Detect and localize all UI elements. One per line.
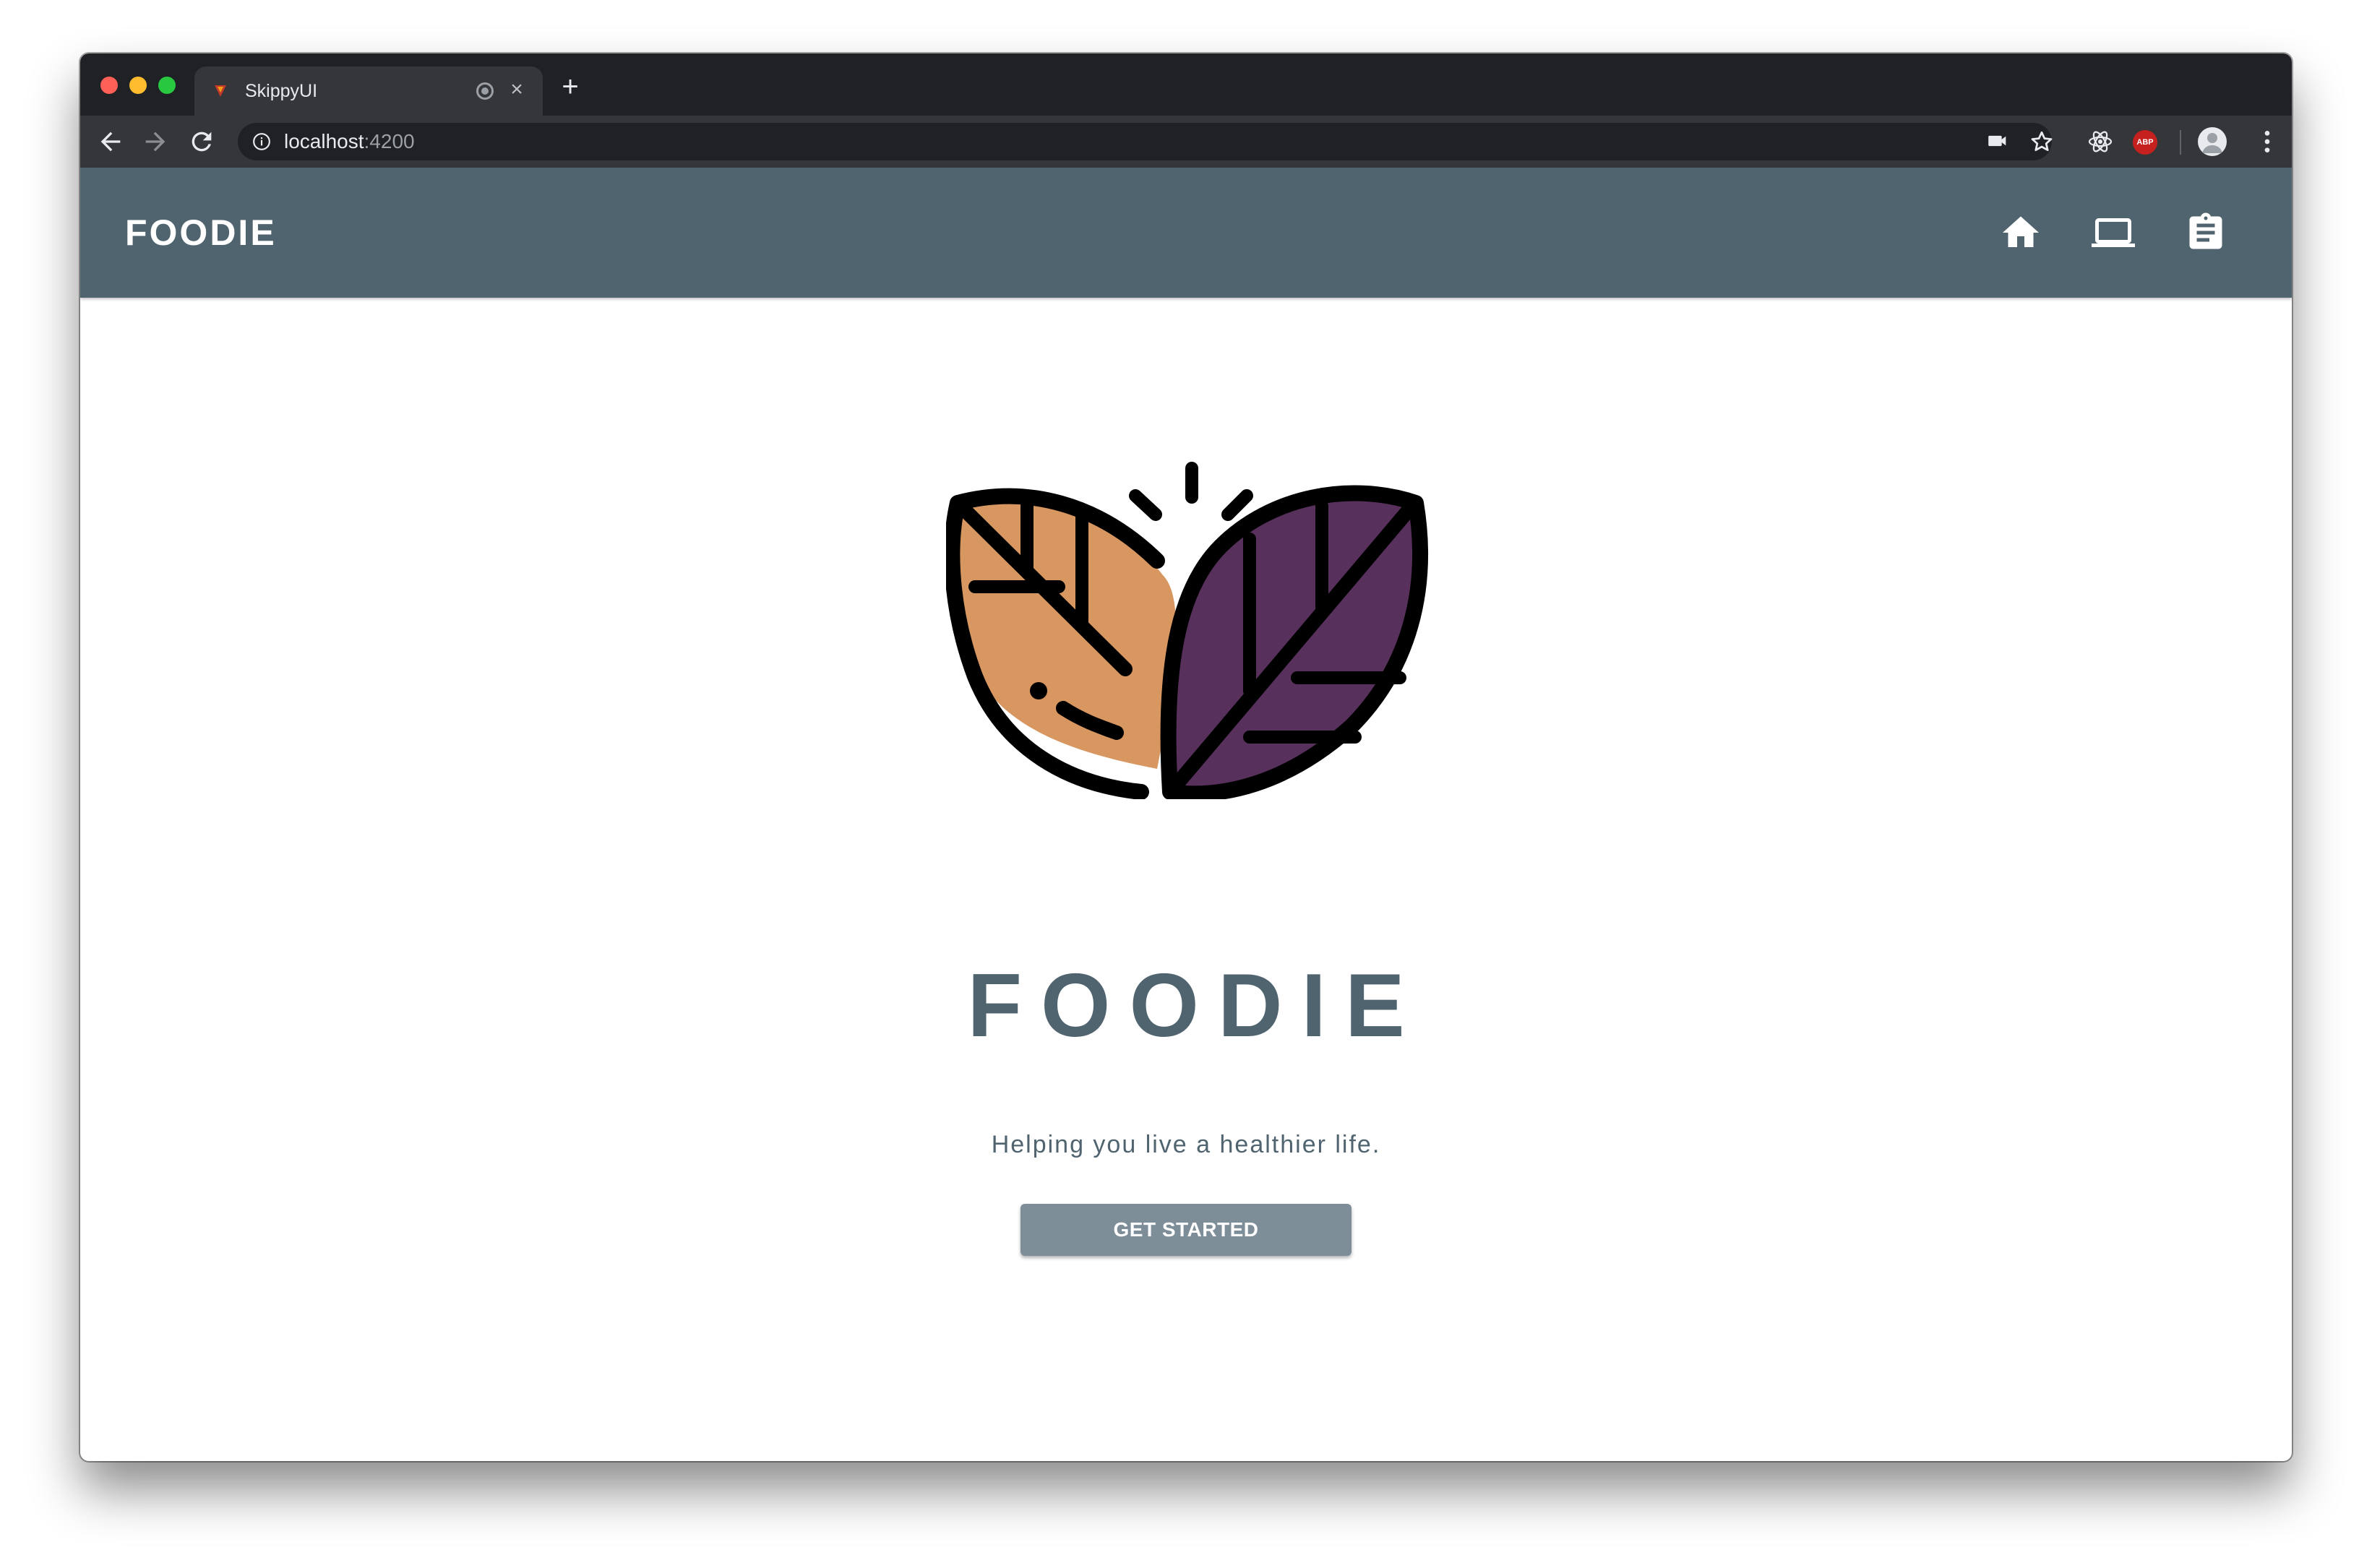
clipboard-icon[interactable] (2184, 211, 2227, 254)
forward-arrow-icon[interactable] (141, 127, 170, 156)
leaves-logo-icon (946, 462, 1428, 799)
get-started-button[interactable]: GET STARTED (1020, 1204, 1352, 1256)
back-arrow-icon[interactable] (96, 127, 125, 156)
main-content: FOODIE Helping you live a healthier life… (80, 298, 2292, 1461)
url-host: localhost (284, 130, 364, 152)
laptop-icon[interactable] (2092, 211, 2135, 254)
browser-toolbar: localhost:4200 ABP (80, 116, 2292, 168)
home-icon[interactable] (1999, 211, 2042, 254)
tab-close-button[interactable]: × (504, 77, 530, 103)
app-toolbar: FOODIE (80, 168, 2292, 298)
browser-window: SkippyUI × + localhost:4200 ABP FOODIE F… (80, 53, 2292, 1461)
star-bookmark-icon[interactable] (2029, 129, 2055, 155)
tab-recording-icon (476, 82, 494, 100)
hero-title: FOODIE (967, 956, 1424, 1056)
react-devtools-icon[interactable] (2087, 129, 2113, 155)
info-icon[interactable] (252, 132, 271, 151)
address-bar[interactable]: localhost:4200 (238, 123, 2052, 160)
close-window-button[interactable] (100, 77, 118, 94)
more-menu-icon[interactable] (2253, 127, 2282, 156)
favicon-icon (215, 85, 226, 97)
url-port: :4200 (364, 130, 415, 152)
camera-icon[interactable] (1985, 129, 2010, 153)
person-icon (2202, 133, 2222, 153)
browser-tab[interactable]: SkippyUI × (194, 66, 543, 116)
maximize-window-button[interactable] (158, 77, 176, 94)
brand-title[interactable]: FOODIE (125, 212, 277, 253)
minimize-window-button[interactable] (129, 77, 147, 94)
reload-icon[interactable] (187, 127, 216, 156)
hero-tagline: Helping you live a healthier life. (991, 1131, 1381, 1158)
adblock-extension-icon[interactable]: ABP (2133, 130, 2157, 155)
new-tab-button[interactable]: + (556, 72, 585, 101)
profile-avatar[interactable] (2198, 127, 2227, 156)
toolbar-divider (2180, 130, 2181, 155)
tab-title: SkippyUI (245, 81, 318, 101)
url-text: localhost:4200 (284, 130, 415, 153)
tab-strip: SkippyUI × + (80, 53, 2292, 116)
